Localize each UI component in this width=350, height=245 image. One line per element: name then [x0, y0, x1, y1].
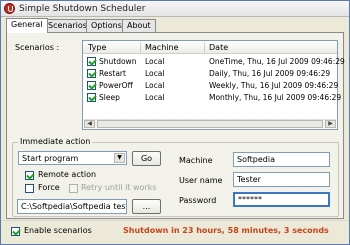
row-date: Monthly, Thu, 16 Jul 2009 09:46:29 — [209, 93, 342, 102]
password-input[interactable]: ****** — [233, 192, 330, 207]
row-checkbox[interactable] — [87, 93, 96, 102]
column-type[interactable]: Type — [88, 43, 106, 52]
enable-scenarios-checkbox[interactable] — [11, 227, 20, 236]
password-label: Password — [179, 196, 217, 205]
action-select-value: Start program — [22, 154, 79, 163]
browse-button[interactable]: ... — [132, 199, 161, 214]
row-type: Sleep — [99, 93, 120, 102]
go-button[interactable]: Go — [132, 151, 161, 166]
row-type: PowerOff — [99, 81, 133, 90]
row-checkbox[interactable] — [87, 57, 96, 66]
row-type: Restart — [99, 69, 126, 78]
scroll-left-icon[interactable]: ◀ — [84, 120, 95, 128]
scenarios-label: Scenarios : — [15, 43, 60, 52]
table-row[interactable]: Shutdown Local OneTime, Thu, 16 Jul 2009… — [83, 56, 345, 67]
title-bar: Simple Shutdown Scheduler — [1, 1, 349, 17]
horizontal-scrollbar[interactable]: ◀ ▶ — [84, 119, 336, 128]
tab-options[interactable]: Options — [86, 19, 127, 32]
tab-about[interactable]: About — [122, 19, 156, 32]
table-row[interactable]: Sleep Local Monthly, Thu, 16 Jul 2009 09… — [83, 92, 341, 103]
machine-input[interactable]: Softpedia — [233, 152, 330, 167]
row-checkbox[interactable] — [87, 69, 96, 78]
action-select[interactable]: Start program ▼ — [18, 151, 127, 165]
tab-general[interactable]: General — [6, 18, 48, 33]
row-machine: Local — [145, 69, 165, 78]
enable-scenarios-label: Enable scenarios — [24, 226, 92, 235]
window-title: Simple Shutdown Scheduler — [19, 4, 146, 14]
row-machine: Local — [145, 57, 165, 66]
scroll-right-icon[interactable]: ▶ — [325, 120, 336, 128]
row-machine: Local — [145, 81, 165, 90]
row-machine: Local — [145, 93, 165, 102]
row-date: Daily, Thu, 16 Jul 2009 09:46:29 — [209, 69, 331, 78]
scenarios-list[interactable]: Type Machine Date Shutdown Local OneTime… — [82, 40, 345, 130]
app-window: Simple Shutdown Scheduler General Scenar… — [0, 0, 350, 245]
scroll-thumb[interactable] — [97, 120, 323, 128]
username-label: User name — [179, 176, 223, 185]
table-row[interactable]: PowerOff Local Weekly, Thu, 16 Jul 2009 … — [83, 80, 339, 91]
retry-checkbox[interactable] — [69, 184, 78, 193]
machine-label: Machine — [179, 156, 213, 165]
program-path-input[interactable]: C:\Softpedia\Softpedia test.ex — [17, 199, 127, 214]
remote-action-label: Remote action — [38, 170, 97, 179]
force-checkbox[interactable] — [25, 184, 34, 193]
immediate-action-title: Immediate action — [18, 137, 93, 146]
chevron-down-icon[interactable]: ▼ — [114, 153, 125, 163]
row-date: Weekly, Thu, 16 Jul 2009 09:46:29 — [209, 81, 339, 90]
tab-scenarios[interactable]: Scenarios — [43, 19, 92, 32]
row-date: OneTime, Thu, 16 Jul 2009 09:46:29 — [209, 57, 345, 66]
footer-divider — [1, 220, 349, 221]
username-input[interactable]: Tester — [233, 172, 330, 187]
table-row[interactable]: Restart Local Daily, Thu, 16 Jul 2009 09… — [83, 68, 337, 79]
column-machine[interactable]: Machine — [145, 43, 179, 52]
remote-action-checkbox[interactable] — [25, 171, 34, 180]
column-date[interactable]: Date — [209, 43, 228, 52]
power-icon — [4, 3, 15, 14]
force-label: Force — [38, 183, 60, 192]
retry-label: Retry until it works — [81, 183, 157, 192]
row-checkbox[interactable] — [87, 81, 96, 90]
countdown-status: Shutdown in 23 hours, 58 minutes, 3 seco… — [123, 226, 329, 235]
list-header: Type Machine Date — [83, 41, 337, 54]
row-type: Shutdown — [99, 57, 137, 66]
